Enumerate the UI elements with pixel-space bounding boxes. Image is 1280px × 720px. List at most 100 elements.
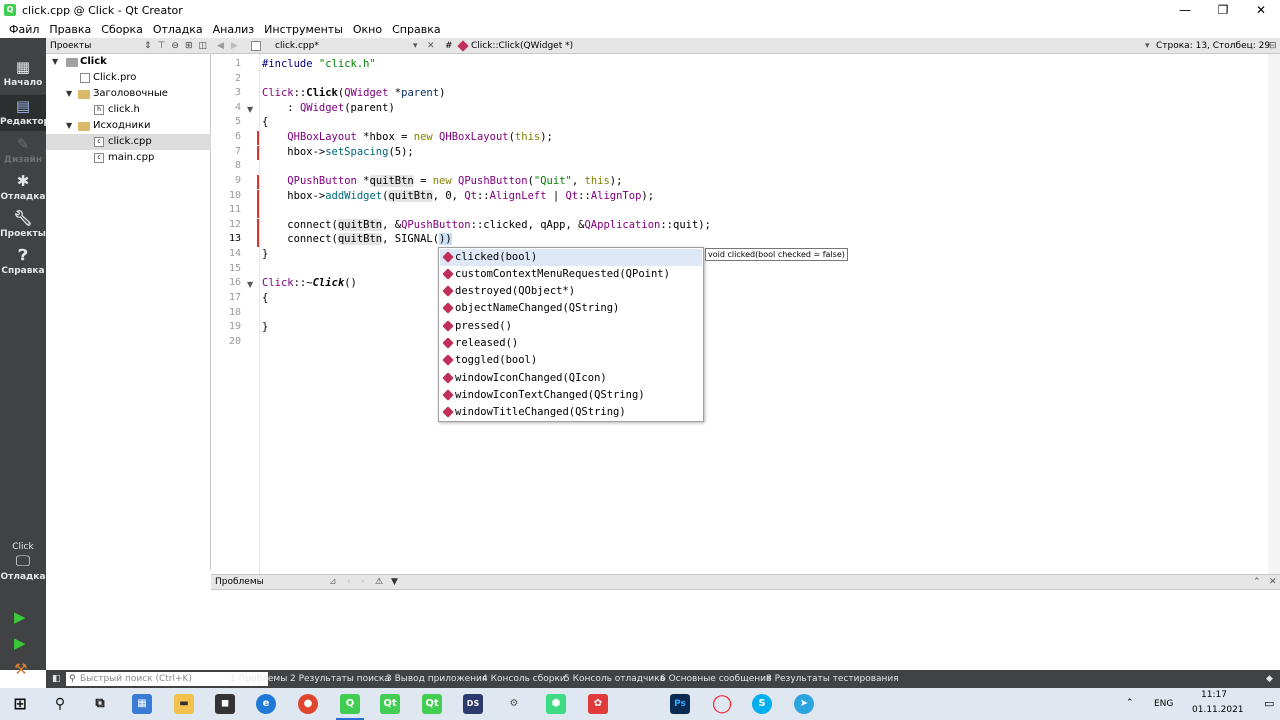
mode-welcome[interactable]: ▦ Начало [0, 58, 46, 92]
minimize-button[interactable]: — [1166, 0, 1204, 20]
run-button[interactable]: ▶ [14, 608, 26, 626]
debug-run-button[interactable]: ▶ [14, 634, 26, 652]
notifications-icon[interactable]: ▭ [1264, 697, 1274, 710]
toggle-sidebar-icon[interactable]: ◧ [52, 670, 61, 688]
tree-item-click-cpp[interactable]: c click.cpp [46, 134, 211, 150]
menu-window[interactable]: Окно [348, 23, 387, 36]
completion-item[interactable]: destroyed(QObject*) [440, 283, 702, 300]
skype-icon[interactable]: S [752, 694, 772, 714]
tree-item-click-h[interactable]: h click.h [46, 102, 211, 118]
tree-item-sources[interactable]: ▼ Исходники [46, 118, 211, 134]
menu-debug[interactable]: Отладка [148, 23, 208, 36]
tree-item-click-pro[interactable]: Click.pro [46, 70, 211, 86]
store-icon[interactable]: ◼ [215, 694, 235, 714]
completion-item[interactable]: pressed() [440, 318, 702, 335]
chrome-icon[interactable]: ● [298, 694, 318, 714]
menu-analyze[interactable]: Анализ [208, 23, 260, 36]
tree-item-click-project[interactable]: ▼ Click [46, 54, 211, 70]
split-editor-icon[interactable]: ⊟ [1269, 38, 1277, 54]
fold-arrow-icon[interactable]: ▼ [247, 105, 253, 114]
close-button[interactable]: ✕ [1242, 0, 1280, 20]
completion-item[interactable]: clicked(bool) [440, 249, 702, 266]
editor-vertical-scrollbar[interactable] [1268, 54, 1280, 574]
output-tab-application-output[interactable]: 3 Вывод приложения [386, 670, 487, 688]
tree-item-main-cpp[interactable]: c main.cpp [46, 150, 211, 166]
mode-projects[interactable]: 🔧︎ Проекты [0, 209, 46, 243]
output-tab-compile-output[interactable]: 4 Консоль сборки [482, 670, 566, 688]
search-icon[interactable]: ⚲ [50, 694, 70, 714]
completion-item[interactable]: released() [440, 335, 702, 352]
output-tab-test-results[interactable]: 8 Результаты тестирования [766, 670, 899, 688]
output-tab-debugger-console[interactable]: 5 Консоль отладчика [564, 670, 665, 688]
completion-item[interactable]: toggled(bool) [440, 352, 702, 369]
mode-help[interactable]: ❓︎ Справка [0, 246, 46, 280]
qt-icon[interactable]: Qt [422, 694, 442, 714]
qt-creator-icon[interactable]: Q [340, 694, 360, 714]
language-indicator[interactable]: ENG [1154, 699, 1173, 709]
split-icon[interactable]: ⊞ [185, 41, 193, 51]
forward-arrow-icon[interactable]: ▶ [231, 38, 238, 54]
file-explorer-icon[interactable]: ▬ [174, 694, 194, 714]
menu-edit[interactable]: Правка [44, 23, 96, 36]
menu-file[interactable]: Файл [4, 23, 44, 36]
clock-time[interactable]: 11:17 [1201, 690, 1227, 700]
clock-date[interactable]: 01.11.2021 [1192, 705, 1244, 715]
mode-debug[interactable]: ✱ Отладка [0, 172, 46, 206]
preprocessor-hash[interactable]: # [445, 38, 453, 54]
filter-icon[interactable]: ⊤ [158, 41, 166, 51]
output-tab-search-results[interactable]: 2 Результаты поиска [290, 670, 390, 688]
app-icon[interactable]: ✿ [588, 694, 608, 714]
filter-icon[interactable]: ▼ [391, 575, 398, 590]
prev-arrow-icon[interactable]: ‹ [347, 575, 351, 590]
projects-view-select[interactable]: Проекты [50, 41, 91, 51]
windows-start-icon[interactable]: ⊞ [10, 694, 30, 714]
close-pane-icon[interactable]: ✕ [1269, 575, 1277, 590]
expand-arrow-icon[interactable]: ▼ [52, 54, 58, 70]
opera-icon[interactable]: ◯ [712, 694, 732, 714]
maximize-pane-icon[interactable]: ⌃ [1253, 575, 1261, 590]
output-tab-general-messages[interactable]: 6 Основные сообщения [660, 670, 771, 688]
mode-editor[interactable]: ▤ Редактор [0, 95, 50, 131]
tree-item-headers[interactable]: ▼ Заголовочные [46, 86, 211, 102]
android-icon[interactable]: ⬢ [546, 694, 566, 714]
tray-chevron-icon[interactable]: ⌃ [1126, 698, 1134, 708]
link-icon[interactable]: ⊖ [171, 41, 179, 51]
completion-item[interactable]: customContextMenuRequested(QPoint) [440, 266, 702, 283]
expand-arrow-icon[interactable]: ▼ [66, 86, 72, 102]
kit-selector[interactable]: Click 🖵︎ Отладка [0, 542, 46, 592]
tool-icon[interactable]: ⚙ [504, 694, 524, 714]
build-button[interactable]: ⚒ [14, 660, 27, 678]
photoshop-icon[interactable]: Ps [670, 694, 690, 714]
edge-icon[interactable]: e [256, 694, 276, 714]
qt-icon[interactable]: Qt [380, 694, 400, 714]
menu-tools[interactable]: Инструменты [259, 23, 348, 36]
fold-arrow-icon[interactable]: ▼ [247, 280, 253, 289]
close-panel-icon[interactable]: ◫ [198, 41, 207, 51]
chevron-down-icon[interactable]: ▾ [1145, 38, 1150, 54]
close-document-icon[interactable]: ✕ [427, 38, 435, 54]
code-editor[interactable]: 1 2 3 4 5 6 7 8 9 10 11 12 13 14 15 16 1… [211, 54, 1280, 574]
next-arrow-icon[interactable]: › [361, 575, 365, 590]
clear-icon[interactable]: ⊿ [329, 575, 337, 590]
expand-arrow-icon[interactable]: ▼ [66, 118, 72, 134]
menu-build[interactable]: Сборка [96, 23, 148, 36]
designer-icon[interactable]: DS [463, 694, 483, 714]
warning-icon[interactable]: ⚠ [375, 575, 383, 590]
symbol-selector[interactable]: Click::Click(QWidget *) [471, 38, 573, 54]
output-tab-problems[interactable]: 1 Проблемы [230, 670, 287, 688]
menu-help[interactable]: Справка [387, 23, 445, 36]
telegram-icon[interactable]: ➤ [794, 694, 814, 714]
task-view-icon[interactable]: ⧉ [90, 694, 110, 714]
maximize-button[interactable]: ❐ [1204, 0, 1242, 20]
completion-item[interactable]: objectNameChanged(QString) [440, 300, 702, 317]
calculator-icon[interactable]: ▦ [132, 694, 152, 714]
completion-item[interactable]: windowTitleChanged(QString) [440, 404, 702, 421]
completion-item[interactable]: windowIconTextChanged(QString) [440, 387, 702, 404]
open-document-selector[interactable]: click.cpp* [275, 38, 319, 54]
mode-design[interactable]: ✎ Дизайн [0, 135, 46, 169]
dropdown-icon[interactable]: ⇕ [144, 41, 152, 51]
chevron-down-icon[interactable]: ▾ [413, 38, 418, 54]
output-toggle-icon[interactable]: ◆ [1266, 670, 1273, 688]
completion-item[interactable]: windowIconChanged(QIcon) [440, 370, 702, 387]
back-arrow-icon[interactable]: ◀ [217, 38, 224, 54]
